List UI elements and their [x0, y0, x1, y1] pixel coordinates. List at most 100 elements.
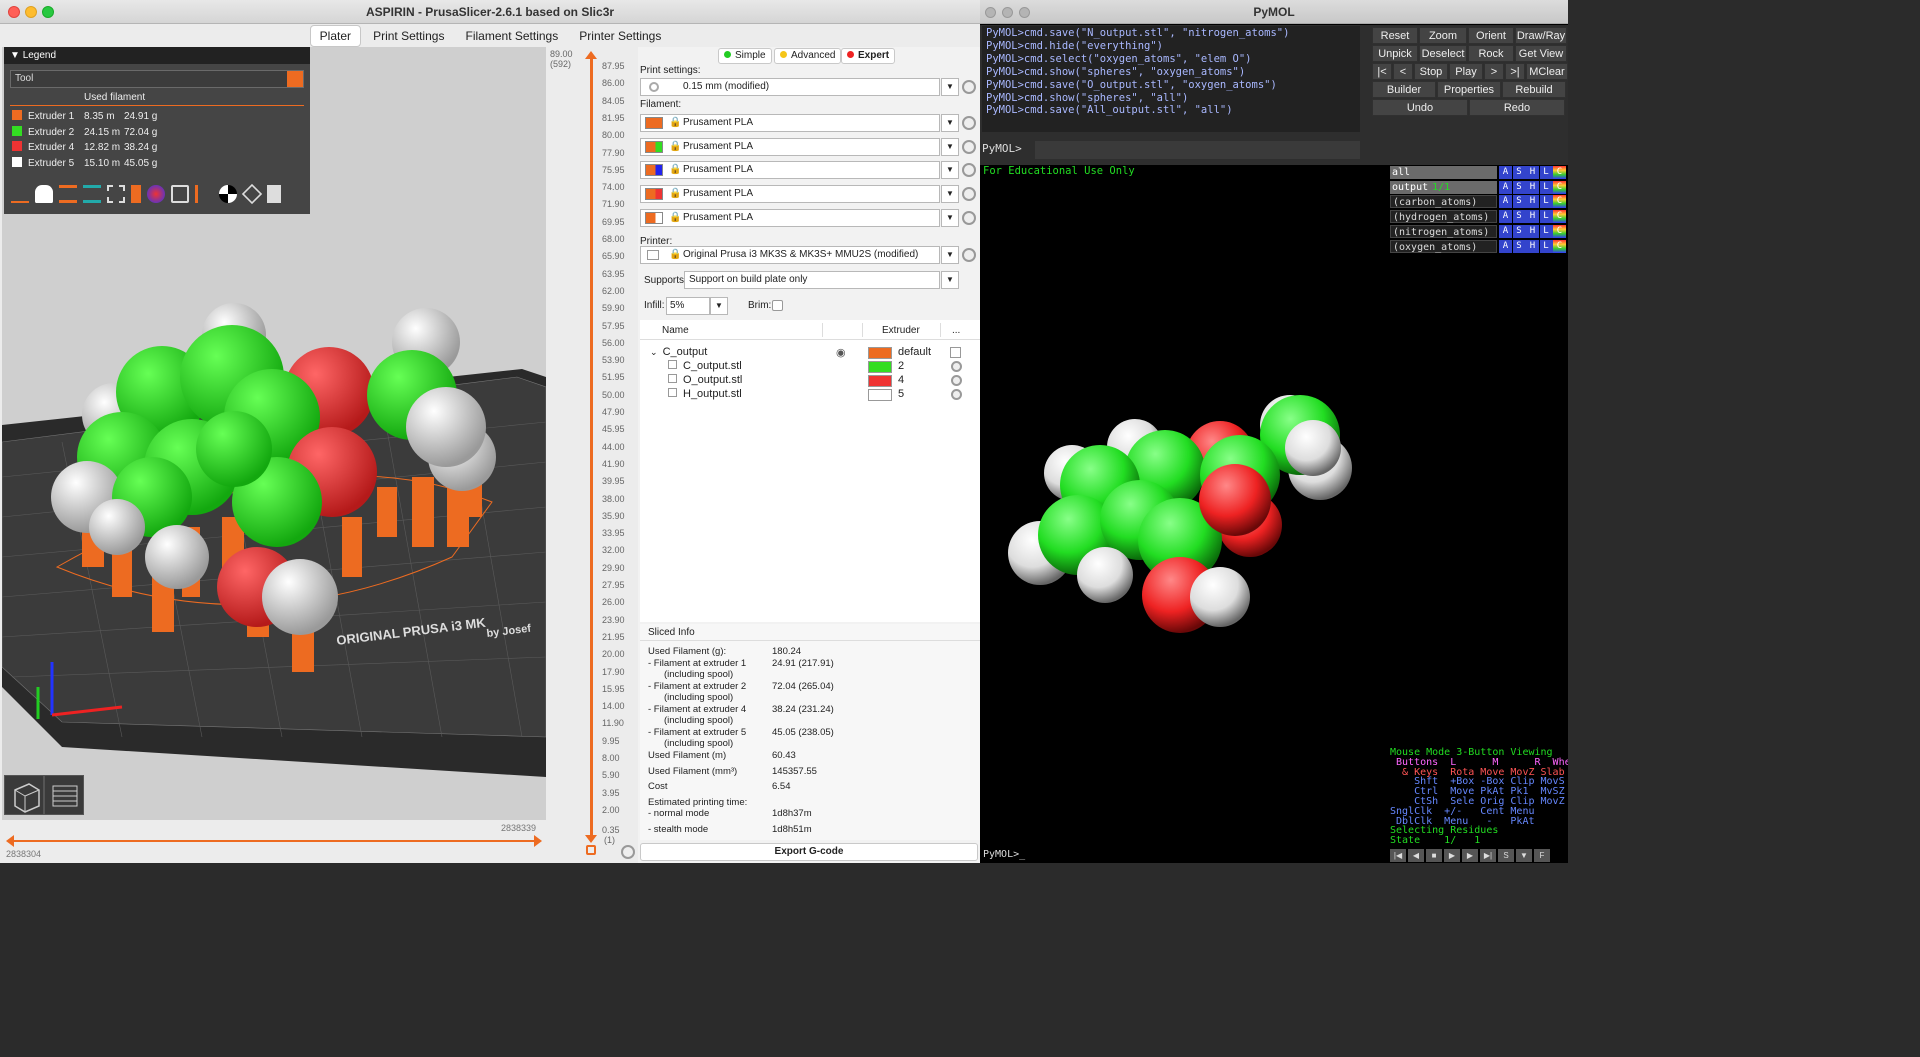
filament-combo[interactable]: 🔒 Prusament PLA	[640, 185, 940, 204]
pymol-button--nav[interactable]: |<	[1372, 63, 1392, 80]
pymol-button-undo[interactable]: Undo	[1372, 99, 1468, 116]
supports-dropdown[interactable]: ▼	[941, 271, 959, 289]
rewind-button[interactable]: |◀	[1390, 849, 1406, 862]
mode-expert-button[interactable]: Expert	[841, 48, 896, 64]
filament-dropdown[interactable]: ▼	[941, 185, 959, 204]
object-l-button[interactable]: L	[1539, 195, 1553, 209]
bottom-prompt[interactable]: PyMOL>_	[980, 848, 1388, 863]
object-name[interactable]: (hydrogen_atoms)	[1390, 210, 1497, 224]
view-type-select[interactable]: Tool	[10, 70, 304, 88]
col-extruder[interactable]: Extruder	[882, 325, 920, 336]
tab-filament-settings[interactable]: Filament Settings	[457, 26, 568, 46]
export-gcode-button[interactable]: Export G-code	[640, 843, 978, 861]
print-settings-gear-icon[interactable]	[962, 80, 976, 94]
hslider-track[interactable]	[10, 840, 538, 842]
object-c-button[interactable]: C	[1553, 210, 1566, 224]
command-input[interactable]	[1035, 141, 1360, 159]
printer-combo[interactable]: 🔒 Original Prusa i3 MK3S & MK3S+ MMU2S (…	[640, 246, 940, 264]
minimize-window-button[interactable]	[1002, 7, 1013, 18]
object-name[interactable]: (carbon_atoms)	[1390, 195, 1497, 209]
tab-plater[interactable]: Plater	[309, 25, 362, 47]
object-row[interactable]: output 1/1 A S H L C	[1390, 180, 1566, 194]
part-row[interactable]: O_output.stl 4	[668, 374, 976, 388]
close-window-button[interactable]	[8, 6, 20, 18]
object-h-button[interactable]: H	[1526, 166, 1539, 179]
print-settings-dropdown[interactable]: ▼	[941, 78, 959, 96]
pymol-button-mclear[interactable]: MClear	[1526, 63, 1568, 80]
hslider-right-thumb[interactable]	[534, 835, 542, 847]
filament-gear-icon[interactable]	[962, 210, 976, 225]
object-c-button[interactable]: C	[1553, 239, 1566, 253]
object-s-button[interactable]: S	[1512, 180, 1526, 194]
object-name[interactable]: (oxygen_atoms)	[1390, 239, 1497, 253]
object-l-button[interactable]: L	[1539, 239, 1553, 253]
pymol-button--nav[interactable]: >	[1484, 63, 1504, 80]
pymol-button-getview-nav[interactable]: Get View	[1515, 45, 1567, 62]
gear-icon[interactable]	[621, 845, 635, 859]
close-window-button[interactable]	[985, 7, 996, 18]
vslider-track[interactable]	[590, 55, 593, 840]
filament-combo[interactable]: 🔒 Prusament PLA	[640, 208, 940, 227]
filament-combo[interactable]: 🔒 Prusament PLA	[640, 137, 940, 156]
pymol-button-builder[interactable]: Builder	[1372, 81, 1436, 98]
tab-print-settings[interactable]: Print Settings	[364, 26, 453, 46]
object-a-button[interactable]: A	[1499, 166, 1512, 179]
filament-combo[interactable]: 🔒 Prusament PLA	[640, 114, 940, 132]
object-c-button[interactable]: C	[1553, 180, 1566, 194]
filament-dropdown[interactable]: ▼	[941, 114, 959, 132]
tool-changes-icon[interactable]	[131, 185, 141, 203]
object-s-button[interactable]: S	[1512, 224, 1526, 238]
object-row[interactable]: (nitrogen_atoms) A S H L C	[1390, 224, 1566, 238]
shells-icon[interactable]	[241, 183, 263, 205]
full-button[interactable]: F	[1534, 849, 1550, 862]
object-l-button[interactable]: L	[1539, 180, 1553, 194]
travel-icon[interactable]	[11, 185, 29, 203]
object-a-button[interactable]: A	[1499, 239, 1512, 253]
back-button[interactable]: ◀	[1408, 849, 1424, 862]
filament-gear-icon[interactable]	[962, 163, 976, 178]
vertical-layer-slider[interactable]: 89.00 (592) 87.95 86.00 84.05 81.95 80.00 77.…	[546, 47, 638, 863]
pymol-button-redo[interactable]: Redo	[1469, 99, 1565, 116]
tool-marker-icon[interactable]	[267, 185, 281, 203]
object-name[interactable]: all	[1390, 166, 1497, 179]
gear-icon[interactable]	[951, 375, 962, 386]
object-c-button[interactable]: C	[1553, 224, 1566, 238]
object-l-button[interactable]: L	[1539, 224, 1553, 238]
pymol-button-deselect[interactable]: Deselect	[1419, 45, 1467, 62]
vslider-bottom-thumb[interactable]	[585, 835, 597, 843]
zoom-window-button[interactable]	[1019, 7, 1030, 18]
forward-button[interactable]: ▶	[1462, 849, 1478, 862]
mode-simple-button[interactable]: Simple	[718, 48, 772, 64]
pymol-button-stop[interactable]: Stop	[1414, 63, 1448, 80]
object-name[interactable]: (nitrogen_atoms)	[1390, 224, 1497, 238]
object-h-button[interactable]: H	[1526, 180, 1539, 194]
chevron-down-icon[interactable]: ⌄	[650, 347, 658, 357]
col-name[interactable]: Name	[662, 325, 689, 336]
pymol-button-properties[interactable]: Properties	[1437, 81, 1501, 98]
3d-preview-canvas[interactable]: ORIGINAL PRUSA i3 MK by Josef ▼ Legend T…	[2, 47, 546, 820]
object-list[interactable]: Name Extruder ... ⌄ C_output ◉ default C…	[640, 320, 980, 622]
printer-dropdown[interactable]: ▼	[941, 246, 959, 264]
custom-gcodes-icon[interactable]	[195, 185, 213, 203]
object-s-button[interactable]: S	[1512, 195, 1526, 209]
gear-icon[interactable]	[951, 389, 962, 400]
object-l-button[interactable]: L	[1539, 166, 1553, 179]
object-c-button[interactable]: C	[1553, 195, 1566, 209]
vslider-top-thumb[interactable]	[585, 51, 597, 59]
chevron-down-icon[interactable]	[287, 71, 303, 87]
eye-icon[interactable]: ◉	[836, 346, 846, 359]
gear-icon[interactable]	[951, 361, 962, 372]
object-l-button[interactable]: L	[1539, 210, 1553, 224]
object-name[interactable]: output 1/1	[1390, 180, 1497, 194]
deretractions-icon[interactable]	[83, 185, 101, 203]
pause-prints-icon[interactable]	[171, 185, 189, 203]
filament-gear-icon[interactable]	[962, 187, 976, 202]
object-row[interactable]: (oxygen_atoms) A S H L C	[1390, 239, 1566, 253]
infill-input[interactable]: 5%	[666, 297, 710, 315]
object-h-button[interactable]: H	[1526, 239, 1539, 253]
stop-button[interactable]: ■	[1426, 849, 1442, 862]
brim-checkbox[interactable]	[772, 300, 783, 311]
object-c-button[interactable]: C	[1553, 166, 1566, 179]
lock-icon[interactable]	[586, 845, 596, 855]
filament-dropdown[interactable]: ▼	[941, 208, 959, 227]
